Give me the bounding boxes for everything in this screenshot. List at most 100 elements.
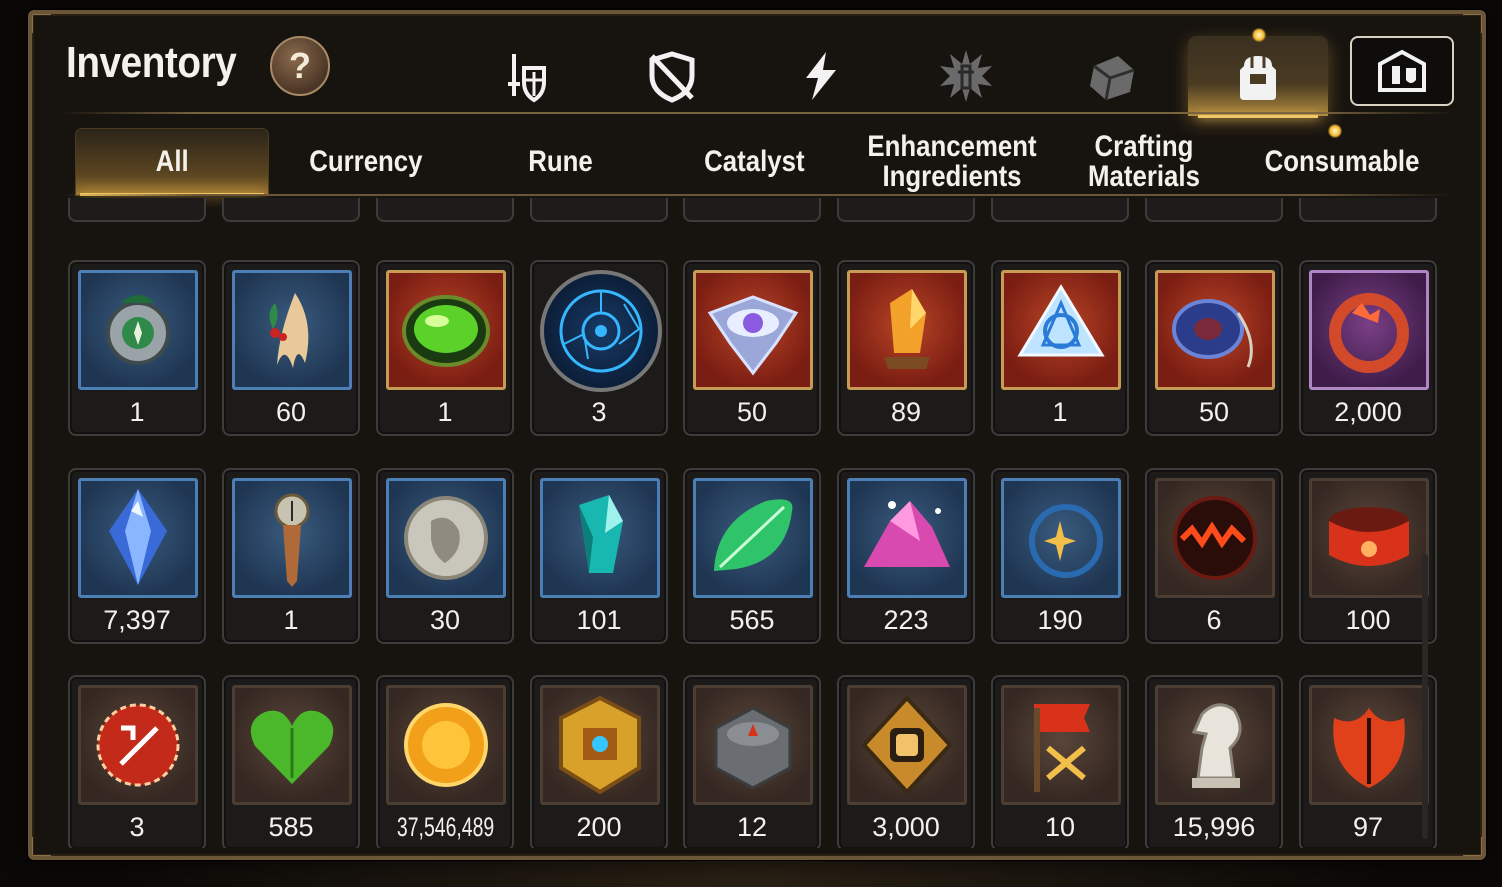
item-frame — [693, 685, 813, 805]
item-quantity: 15,996 — [1172, 812, 1256, 842]
item-slot[interactable]: 3 — [530, 260, 668, 436]
item-quantity: 100 — [1345, 605, 1391, 635]
panel-corner — [32, 14, 51, 33]
item-slot-partial[interactable] — [222, 198, 360, 222]
subtab-catalyst[interactable]: Catalyst — [658, 129, 850, 195]
tab-equipment[interactable] — [452, 36, 592, 116]
blue-ring-pendant-icon — [1172, 299, 1253, 368]
item-slot[interactable]: 223 — [837, 468, 975, 644]
item-slot[interactable]: 1 — [376, 260, 514, 436]
item-frame — [540, 685, 660, 805]
item-slot[interactable]: 60 — [222, 260, 360, 436]
item-quantity: 1 — [1052, 397, 1068, 427]
teal-crystal-icon — [579, 495, 623, 573]
item-slot-partial[interactable] — [683, 198, 821, 222]
silver-coin-icon — [404, 496, 488, 580]
item-slot[interactable]: 101 — [530, 468, 668, 644]
pink-ore-icon — [864, 501, 950, 567]
item-slot[interactable]: 10 — [991, 675, 1129, 848]
burst-icon — [940, 50, 992, 102]
tab-backpack[interactable] — [1188, 28, 1328, 118]
item-quantity: 50 — [1198, 397, 1230, 427]
item-quantity: 3 — [129, 812, 145, 842]
item-slot[interactable]: 37,546,489 — [376, 675, 514, 848]
item-slot[interactable]: 50 — [683, 260, 821, 436]
stone-compass-icon — [714, 706, 792, 790]
notification-dot — [1328, 124, 1342, 138]
tab-lightning[interactable] — [750, 36, 890, 116]
item-slot[interactable]: 200 — [530, 675, 668, 848]
item-slot[interactable]: 3,000 — [837, 675, 975, 848]
item-quantity: 3,000 — [872, 812, 940, 842]
subtab-enhancement-ingredients[interactable]: Enhancement Ingredients — [852, 129, 1052, 195]
item-frame — [1155, 685, 1275, 805]
panel-corner — [1463, 837, 1482, 856]
subtab-rune[interactable]: Rune — [464, 129, 656, 195]
subtab-all[interactable]: All — [76, 129, 268, 196]
guild-bag-button[interactable] — [1350, 36, 1454, 106]
tab-cube[interactable] — [1042, 36, 1182, 116]
item-slot[interactable]: 30 — [376, 468, 514, 644]
item-slot[interactable]: 15,996 — [1145, 675, 1283, 848]
subtab-divider — [60, 194, 1454, 196]
panel-corner — [1463, 14, 1482, 33]
item-quantity: 1 — [283, 605, 299, 635]
item-slot[interactable]: 1 — [991, 260, 1129, 436]
item-quantity: 37,546,489 — [396, 812, 495, 842]
item-slot[interactable]: 2,000 — [1299, 260, 1437, 436]
item-frame — [386, 270, 506, 390]
item-frame — [1309, 270, 1429, 390]
equipment-icon — [508, 54, 546, 103]
item-frame — [1001, 270, 1121, 390]
item-slot[interactable]: 50 — [1145, 260, 1283, 436]
scrollbar[interactable] — [1422, 554, 1428, 839]
item-slot-partial[interactable] — [837, 198, 975, 222]
item-slot[interactable]: 1 — [222, 468, 360, 644]
item-slot-partial[interactable] — [1299, 198, 1437, 222]
item-slot[interactable]: 3 — [68, 675, 206, 848]
tab-divider — [60, 112, 1454, 114]
inventory-panel: Inventory ? All Currency Rune Catalyst E… — [28, 10, 1486, 860]
compass-dagger-icon — [274, 493, 310, 587]
subtab-consumable[interactable]: Consumable — [1240, 129, 1444, 195]
red-leaf-icon — [1333, 708, 1405, 788]
item-frame — [1001, 685, 1121, 805]
ginseng-root-icon — [269, 293, 309, 368]
item-slot[interactable]: 6 — [1145, 468, 1283, 644]
item-frame — [386, 685, 506, 805]
item-frame — [1309, 478, 1429, 598]
item-frame — [78, 478, 198, 598]
item-quantity: 200 — [576, 812, 622, 842]
item-quantity: 2,000 — [1334, 397, 1402, 427]
item-frame — [540, 270, 662, 392]
subtab-currency[interactable]: Currency — [270, 129, 462, 195]
subtab-crafting-materials[interactable]: Crafting Materials — [1046, 129, 1242, 195]
item-quantity: 97 — [1352, 812, 1384, 842]
item-slot-partial[interactable] — [1145, 198, 1283, 222]
tab-burst[interactable] — [896, 36, 1036, 116]
item-quantity: 50 — [736, 397, 768, 427]
item-slot-partial[interactable] — [991, 198, 1129, 222]
help-button[interactable]: ? — [270, 36, 330, 96]
item-grid[interactable]: 1 60 1 3 50 89 1 50 2,000 7,397 1 30 101 565 223 190 6 10… — [62, 198, 1452, 848]
red-flower-ring-icon — [1329, 293, 1409, 373]
item-frame — [1001, 478, 1121, 598]
guild-bag-icon — [1378, 49, 1426, 92]
item-slot[interactable]: 565 — [683, 468, 821, 644]
item-slot-partial[interactable] — [68, 198, 206, 222]
item-slot[interactable]: 585 — [222, 675, 360, 848]
item-slot[interactable]: 89 — [837, 260, 975, 436]
item-slot-partial[interactable] — [376, 198, 514, 222]
item-slot[interactable]: 1 — [68, 260, 206, 436]
item-slot[interactable]: 12 — [683, 675, 821, 848]
item-slot-partial[interactable] — [530, 198, 668, 222]
tab-shield[interactable] — [602, 36, 742, 116]
item-slot[interactable]: 97 — [1299, 675, 1437, 848]
item-frame — [232, 685, 352, 805]
item-quantity: 1 — [437, 397, 453, 427]
item-quantity: 60 — [275, 397, 307, 427]
item-slot[interactable]: 190 — [991, 468, 1129, 644]
item-slot[interactable]: 100 — [1299, 468, 1437, 644]
item-frame — [232, 478, 352, 598]
item-slot[interactable]: 7,397 — [68, 468, 206, 644]
